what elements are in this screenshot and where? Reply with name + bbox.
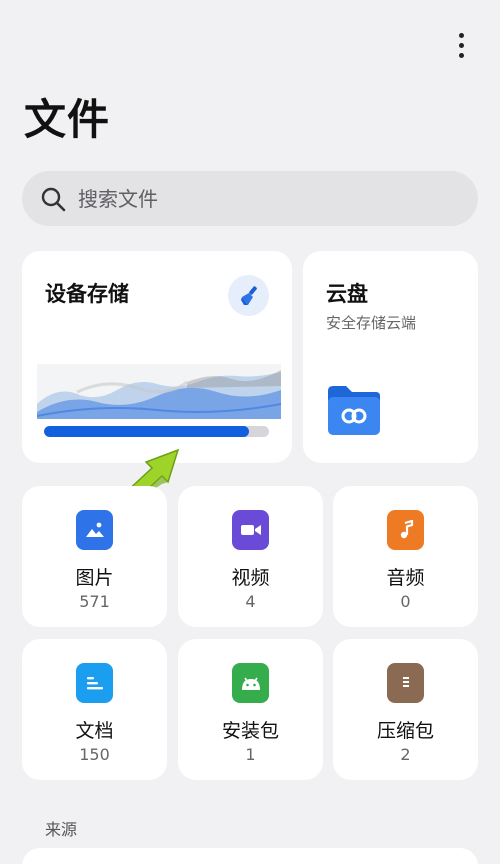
- category-count: 571: [79, 592, 110, 611]
- category-count: 4: [245, 592, 256, 611]
- document-icon: [76, 663, 113, 703]
- storage-progress-fill: [44, 426, 249, 437]
- category-documents[interactable]: 文档 150: [22, 639, 167, 780]
- search-bar[interactable]: [22, 171, 478, 226]
- cloud-folder-icon: [328, 386, 380, 435]
- category-videos[interactable]: 视频 4: [178, 486, 323, 627]
- device-storage-title: 设备存储: [45, 282, 129, 306]
- archive-icon: [387, 663, 424, 703]
- device-storage-card[interactable]: 设备存储: [22, 251, 292, 463]
- category-name: 文档: [75, 720, 114, 742]
- broom-icon: [240, 285, 257, 305]
- category-name: 安装包: [221, 720, 279, 742]
- music-icon: [387, 510, 424, 550]
- android-icon: [232, 663, 269, 703]
- clean-storage-button[interactable]: [228, 275, 269, 316]
- cloud-drive-card[interactable]: 云盘 安全存储云端: [303, 251, 478, 463]
- page-title: 文件: [24, 95, 111, 144]
- cloud-drive-subtitle: 安全存储云端: [326, 314, 417, 332]
- search-icon: [41, 187, 66, 211]
- category-count: 0: [400, 592, 411, 611]
- more-options-icon[interactable]: [448, 28, 474, 62]
- storage-progress-bar: [44, 426, 269, 437]
- category-count: 1: [245, 745, 256, 764]
- cloud-drive-title: 云盘: [326, 282, 368, 306]
- category-name: 视频: [231, 567, 270, 589]
- image-icon: [76, 510, 113, 550]
- category-count: 150: [79, 745, 110, 764]
- sources-section-label: 来源: [45, 820, 78, 839]
- category-count: 2: [400, 745, 411, 764]
- category-name: 音频: [386, 567, 425, 589]
- category-apk[interactable]: 安装包 1: [178, 639, 323, 780]
- sources-card[interactable]: [22, 848, 478, 864]
- video-icon: [232, 510, 269, 550]
- storage-illustration: [37, 364, 281, 419]
- search-input[interactable]: [78, 171, 478, 226]
- category-images[interactable]: 图片 571: [22, 486, 167, 627]
- category-name: 图片: [75, 567, 114, 589]
- category-archives[interactable]: 压缩包 2: [333, 639, 478, 780]
- category-audio[interactable]: 音频 0: [333, 486, 478, 627]
- category-name: 压缩包: [376, 720, 434, 742]
